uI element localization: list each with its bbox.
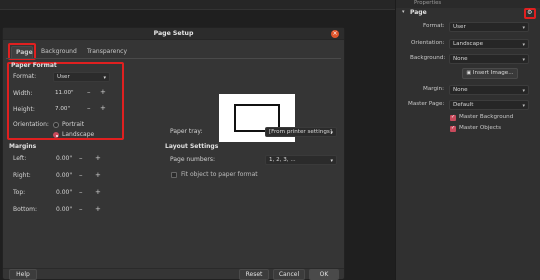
props-margin-select[interactable]: None ▾	[449, 85, 529, 95]
chevron-down-icon: ▾	[522, 103, 525, 109]
props-orientation-select[interactable]: Landscape ▾	[449, 39, 529, 49]
page-numbers-label: Page numbers:	[170, 156, 215, 163]
more-options-icon[interactable]: ⚙	[527, 10, 532, 16]
chevron-down-icon: ▾	[522, 25, 525, 31]
props-background-select[interactable]: None ▾	[449, 54, 529, 64]
margin-top-increment-button[interactable]: +	[95, 189, 101, 196]
format-select[interactable]: User ▾	[53, 72, 110, 82]
chevron-down-icon: ▾	[330, 130, 333, 136]
ok-button-label: OK	[319, 271, 329, 278]
orientation-label: Orientation:	[13, 121, 49, 128]
chevron-down-icon: ▾	[103, 75, 106, 81]
master-objects-checkbox[interactable]	[450, 125, 456, 132]
margin-left-decrement-button[interactable]: –	[79, 155, 83, 162]
top-toolbar	[0, 0, 395, 10]
fit-object-checkbox[interactable]	[171, 172, 177, 178]
close-icon[interactable]: ×	[331, 30, 339, 38]
dialog-titlebar[interactable]: Page Setup ×	[3, 28, 344, 40]
margin-bottom-increment-button[interactable]: +	[95, 206, 101, 213]
height-decrement-button[interactable]: –	[87, 105, 91, 112]
cancel-button-label: Cancel	[278, 271, 300, 278]
page-setup-dialog: Page Setup × Page Background Transparenc…	[2, 27, 345, 280]
props-format-label: Format:	[423, 23, 445, 29]
ok-button[interactable]: OK	[309, 269, 339, 280]
margin-top-label: Top:	[13, 189, 26, 196]
paper-format-title: Paper Format	[11, 62, 57, 69]
props-background-label: Background:	[410, 55, 446, 61]
height-label: Height:	[13, 106, 35, 113]
properties-header: Properties	[396, 0, 540, 8]
props-background-value: None	[453, 56, 468, 62]
width-field[interactable]: 11.00"	[53, 89, 81, 99]
margin-right-field[interactable]: 0.00"	[56, 173, 72, 179]
chevron-down-icon: ▾	[522, 88, 525, 94]
landscape-radio[interactable]	[53, 132, 59, 138]
margin-bottom-field[interactable]: 0.00"	[56, 207, 72, 213]
props-orientation-value: Landscape	[453, 41, 484, 47]
properties-panel: Properties ▾ Page ⚙ Format: User ▾ Orien…	[395, 0, 540, 280]
props-format-value: User	[453, 24, 466, 30]
master-background-checkbox[interactable]	[450, 114, 456, 121]
tab-background[interactable]: Background	[41, 49, 77, 55]
props-margin-label: Margin:	[423, 86, 444, 92]
tab-transparency[interactable]: Transparency	[87, 49, 127, 55]
chevron-down-icon: ▾	[330, 158, 333, 164]
master-background-label: Master Background	[459, 114, 514, 120]
props-master-page-value: Default	[453, 102, 474, 108]
margin-bottom-label: Bottom:	[13, 206, 38, 213]
layout-settings-title: Layout Settings	[165, 143, 219, 150]
insert-image-button[interactable]: ▣ Insert Image...	[462, 68, 518, 79]
width-label: Width:	[13, 90, 33, 97]
margin-bottom-decrement-button[interactable]: –	[79, 206, 83, 213]
props-master-page-label: Master Page:	[408, 101, 445, 107]
insert-image-label: Insert Image...	[472, 70, 514, 76]
width-decrement-button[interactable]: –	[87, 89, 91, 96]
cancel-button[interactable]: Cancel	[273, 269, 305, 280]
props-orientation-label: Orientation:	[411, 40, 445, 46]
properties-title: Properties	[414, 0, 442, 6]
width-increment-button[interactable]: +	[100, 89, 106, 96]
reset-button-label: Reset	[245, 271, 263, 278]
margin-right-increment-button[interactable]: +	[95, 172, 101, 179]
height-field[interactable]: 7.00"	[53, 105, 81, 115]
height-increment-button[interactable]: +	[100, 105, 106, 112]
paper-tray-label: Paper tray:	[170, 128, 203, 135]
format-label: Format:	[13, 73, 37, 80]
paper-tray-select[interactable]: [From printer settings] ▾	[265, 127, 337, 137]
height-value: 7.00"	[55, 106, 71, 112]
margin-top-field[interactable]: 0.00"	[56, 190, 72, 196]
help-button[interactable]: Help	[9, 269, 37, 280]
props-format-select[interactable]: User ▾	[449, 22, 529, 32]
paper-tray-value: [From printer settings]	[269, 129, 332, 135]
margin-left-field[interactable]: 0.00"	[56, 156, 72, 162]
landscape-label[interactable]: Landscape	[62, 132, 94, 138]
collapse-triangle-icon[interactable]: ▾	[402, 10, 405, 15]
margin-top-decrement-button[interactable]: –	[79, 189, 83, 196]
margins-title: Margins	[9, 143, 37, 150]
fit-object-label[interactable]: Fit object to paper format	[181, 172, 258, 178]
props-margin-value: None	[453, 87, 468, 93]
reset-button[interactable]: Reset	[239, 269, 269, 280]
margin-left-label: Left:	[13, 155, 27, 162]
format-value: User	[57, 74, 70, 80]
width-value: 11.00"	[55, 90, 74, 96]
tab-divider	[6, 58, 341, 59]
chevron-down-icon: ▾	[522, 42, 525, 48]
margin-right-decrement-button[interactable]: –	[79, 172, 83, 179]
help-button-label: Help	[16, 271, 30, 278]
dialog-footer: Help Reset Cancel OK	[3, 268, 344, 280]
page-numbers-value: 1, 2, 3, ...	[269, 157, 296, 163]
margin-left-increment-button[interactable]: +	[95, 155, 101, 162]
dialog-title: Page Setup	[153, 30, 194, 37]
portrait-radio[interactable]	[53, 122, 59, 128]
margin-right-label: Right:	[13, 172, 31, 179]
page-numbers-select[interactable]: 1, 2, 3, ... ▾	[265, 155, 337, 165]
image-icon: ▣	[466, 70, 472, 76]
chevron-down-icon: ▾	[522, 57, 525, 63]
portrait-label[interactable]: Portrait	[62, 122, 84, 128]
props-master-page-select[interactable]: Default ▾	[449, 100, 529, 110]
page-section-title[interactable]: Page	[410, 10, 427, 16]
master-objects-label: Master Objects	[459, 125, 502, 131]
